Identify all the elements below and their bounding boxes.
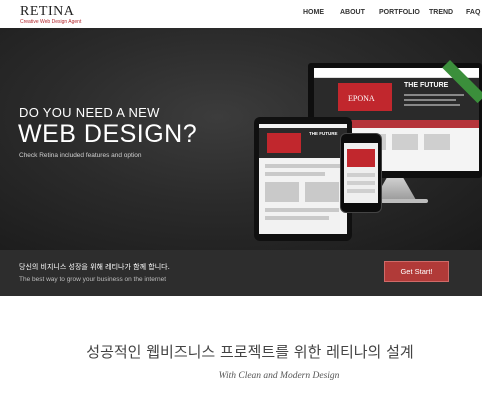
phone-text-line — [347, 189, 375, 193]
tablet-thumb — [305, 182, 339, 202]
phone-screen — [344, 143, 378, 203]
tablet-brand-block — [267, 133, 301, 153]
hero-kicker: DO YOU NEED A NEW — [19, 105, 160, 120]
tablet-text-line — [265, 172, 325, 176]
nav-item-portfolio[interactable]: PORTFOLIO — [379, 9, 420, 16]
mockup-heading: THE FUTURE — [404, 82, 449, 89]
phone-mockup — [340, 133, 382, 213]
mockup-brand-text: EPONA — [348, 94, 375, 103]
hero-title: WEB DESIGN? — [18, 120, 198, 148]
tablet-heading: THE FUTURE — [309, 131, 338, 136]
mockup-text-line — [404, 104, 460, 106]
intro-subheading: With Clean and Modern Design — [218, 371, 340, 381]
phone-text-line — [347, 181, 375, 185]
nav-item-home[interactable]: HOME — [303, 9, 324, 16]
mockup-text-line — [404, 94, 464, 96]
site-header: RETINA Creative Web Design Agent HOME AB… — [0, 0, 482, 28]
phone-text-line — [347, 173, 375, 177]
cta-english-text: The best way to grow your business on th… — [19, 276, 167, 283]
tablet-text-line — [265, 216, 329, 220]
hero-section: DO YOU NEED A NEW WEB DESIGN? Check Reti… — [0, 28, 482, 250]
mockup-thumb — [424, 134, 450, 150]
cta-korean-text: 당신의 비지니스 성장을 위해 레티나가 함께 합니다. — [19, 263, 170, 271]
get-start-button[interactable]: Get Start! — [384, 261, 449, 282]
tablet-text-line — [265, 208, 339, 212]
tablet-mockup: THE FUTURE — [254, 117, 352, 241]
tablet-text-line — [265, 164, 341, 168]
intro-heading: 성공적인 웹비즈니스 프로젝트를 위한 레티나의 설계 — [86, 343, 414, 361]
tablet-thumb — [265, 182, 299, 202]
mockup-text-line — [404, 99, 456, 101]
mockup-thumb — [392, 134, 418, 150]
main-nav: HOME ABOUT PORTFOLIO TREND FAQ — [0, 9, 482, 21]
phone-brand-block — [347, 149, 375, 167]
tablet-screen: THE FUTURE — [259, 124, 347, 234]
nav-item-about[interactable]: ABOUT — [340, 9, 365, 16]
nav-item-faq[interactable]: FAQ — [466, 9, 480, 16]
hero-description: Check Retina included features and optio… — [19, 152, 142, 159]
nav-item-trend[interactable]: TREND — [429, 9, 453, 16]
